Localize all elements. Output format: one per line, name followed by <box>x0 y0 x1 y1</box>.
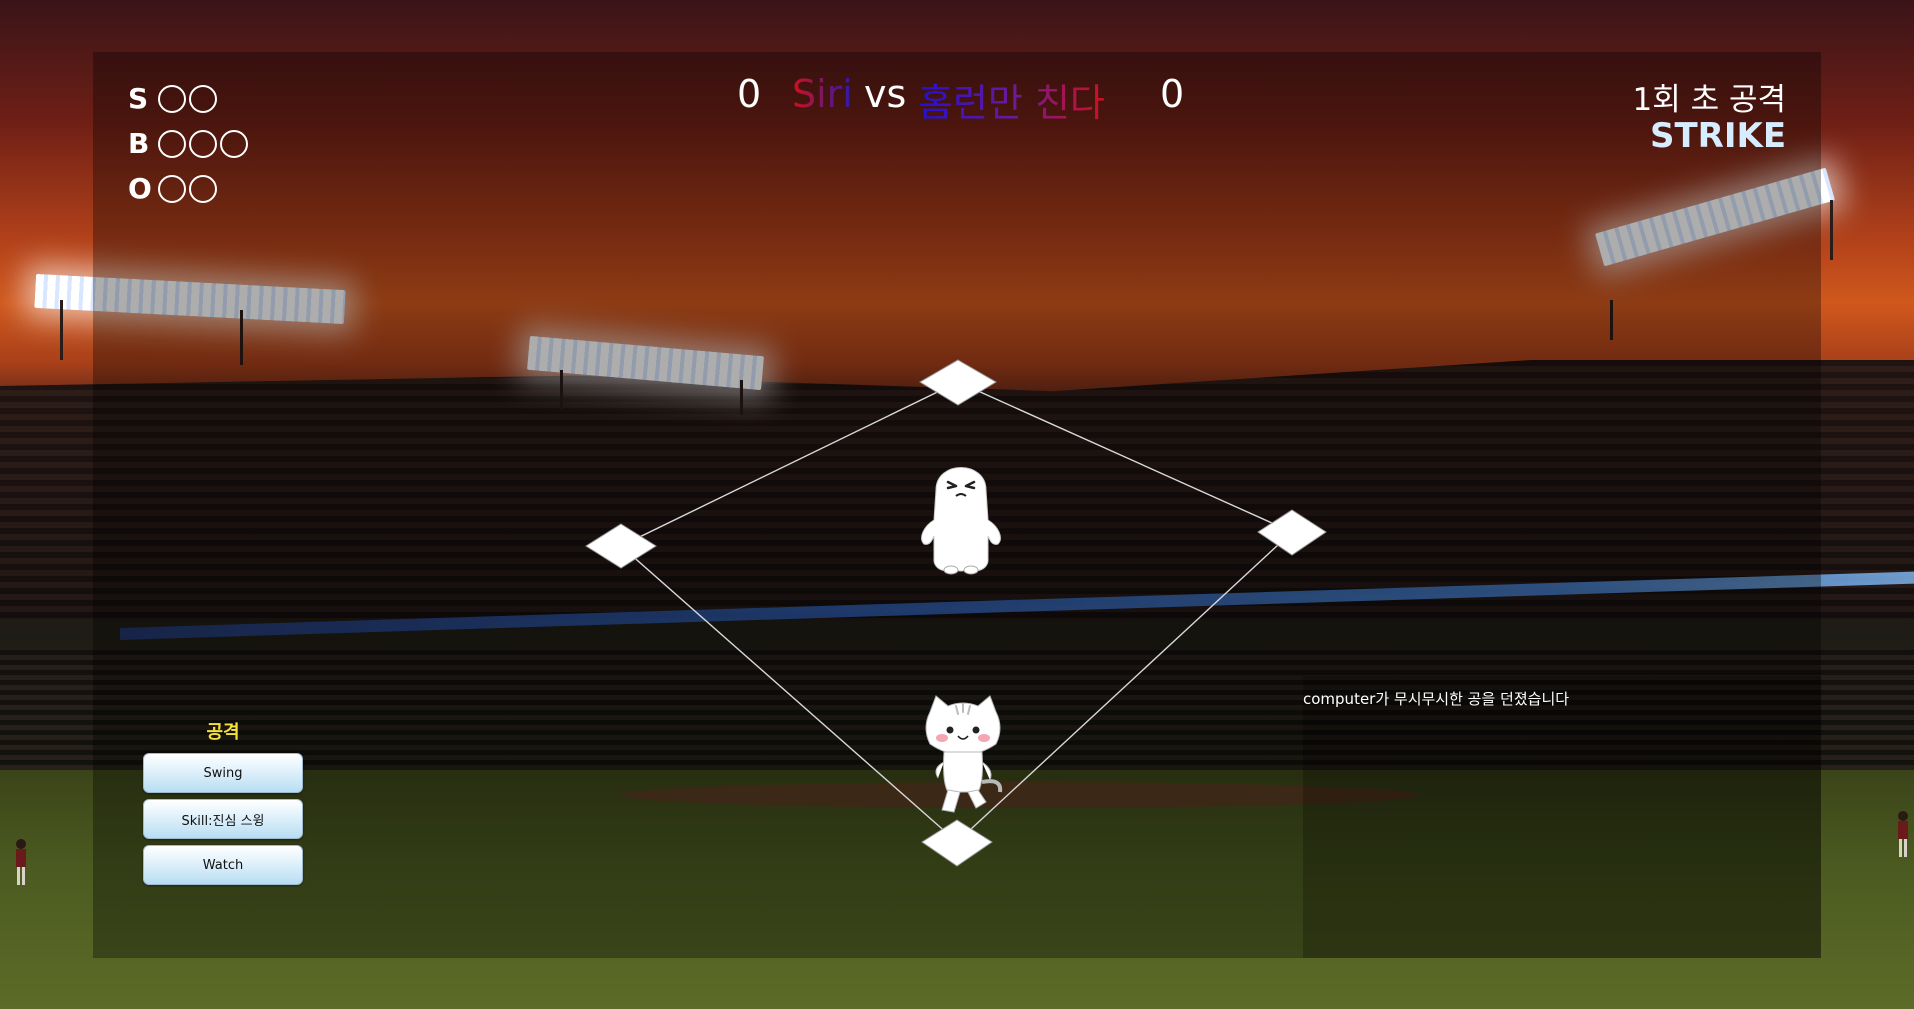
game-stage: S B O 0 Siri vs 홈런만 친다 0 1회 초 공격 STRIKE <box>0 0 1914 1009</box>
cat-batter-icon <box>925 695 1003 813</box>
swing-button[interactable]: Swing <box>143 753 303 793</box>
watch-button[interactable]: Watch <box>143 845 303 885</box>
home-score: 0 <box>1160 72 1185 116</box>
outfielder-right <box>1898 811 1908 857</box>
strike-light <box>158 84 186 113</box>
ghost-pitcher-icon <box>921 467 1001 575</box>
ball-light <box>158 129 186 158</box>
action-menu-title: 공격 <box>206 722 240 743</box>
light-pole <box>60 300 63 360</box>
out-light <box>158 174 186 203</box>
outfielder-left <box>16 839 26 885</box>
ball-light <box>220 129 248 158</box>
home-team-name: 홈런만 친다 <box>918 72 1105 127</box>
strike-light <box>189 84 217 113</box>
count-indicator: S B O <box>128 76 251 211</box>
out-light <box>189 174 217 203</box>
ball-label: B <box>128 127 150 160</box>
ball-count: B <box>128 121 251 166</box>
pitch-result-status: STRIKE <box>1650 116 1787 156</box>
vs-label: vs <box>864 72 907 116</box>
game-log-message: computer가 무시무시한 공을 던졌습니다 <box>1303 690 1570 708</box>
ball-light <box>189 129 217 158</box>
away-team-name: Siri <box>792 72 853 116</box>
out-label: O <box>128 172 152 205</box>
scoreboard: 0 Siri vs 홈런만 친다 0 <box>600 72 1300 132</box>
inning-indicator: 1회 초 공격 <box>1632 82 1786 118</box>
strike-label: S <box>128 82 149 115</box>
out-count: O <box>128 166 251 211</box>
light-pole <box>1830 200 1833 260</box>
log-panel <box>1303 676 1821 958</box>
away-score: 0 <box>737 72 762 116</box>
strike-count: S <box>128 76 251 121</box>
skill-button[interactable]: Skill:진심 스윙 <box>143 799 303 839</box>
